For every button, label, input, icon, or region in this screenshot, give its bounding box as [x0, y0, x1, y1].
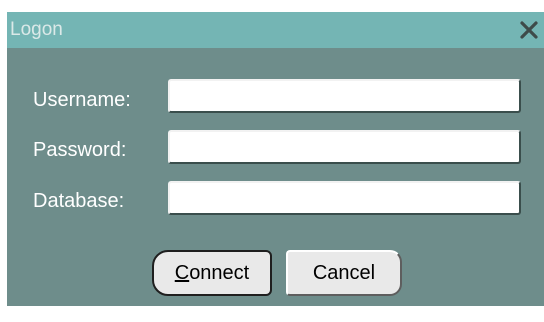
connect-button[interactable]: Connect — [152, 250, 272, 296]
username-field[interactable] — [168, 79, 521, 113]
logon-dialog: Logon Username: Password: Database: Conn… — [7, 12, 544, 306]
cancel-button[interactable]: Cancel — [286, 250, 402, 296]
connect-label-rest: onnect — [189, 261, 250, 284]
dialog-title: Logon — [10, 19, 63, 40]
password-field[interactable] — [168, 130, 521, 164]
database-label: Database: — [33, 190, 125, 212]
title-bar[interactable]: Logon — [7, 12, 544, 48]
close-icon[interactable] — [518, 19, 540, 41]
password-label: Password: — [33, 139, 127, 161]
connect-mnemonic: C — [174, 261, 190, 284]
username-label: Username: — [33, 89, 131, 111]
database-field[interactable] — [168, 181, 521, 215]
